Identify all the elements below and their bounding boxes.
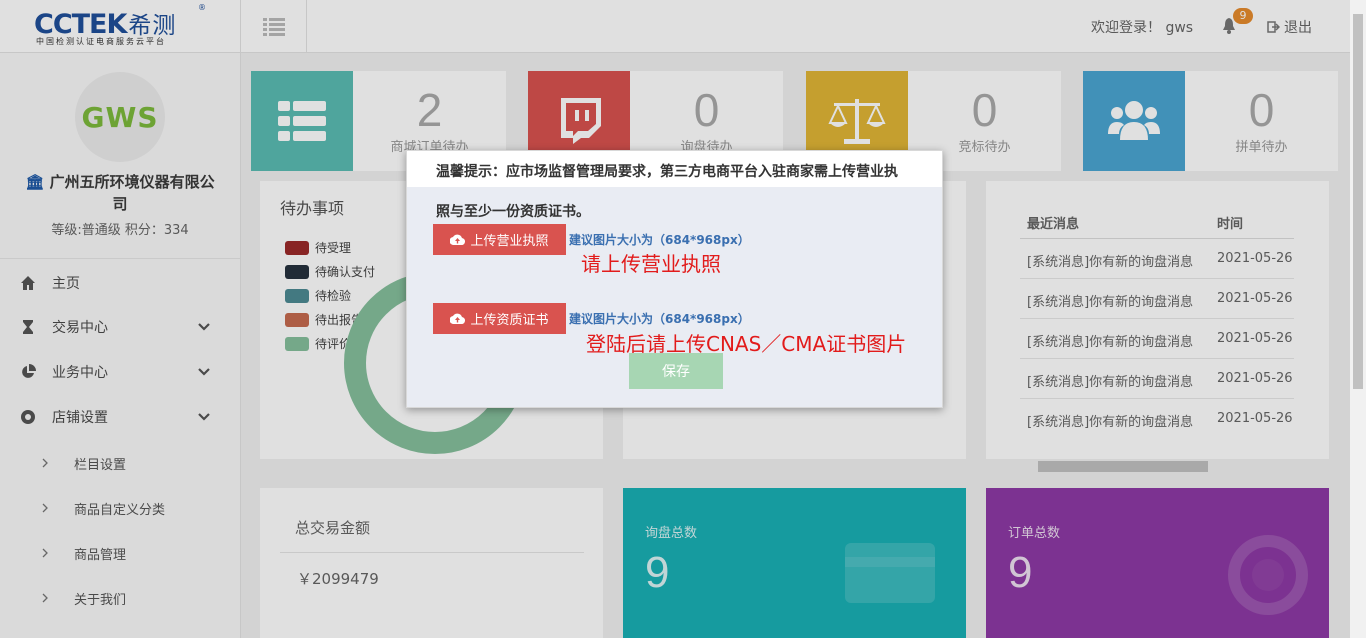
save-button[interactable]: 保存 [629, 353, 723, 389]
cloud-upload-icon [450, 234, 466, 245]
upload-license-label: 上传营业执照 [470, 234, 549, 249]
upload-license-button[interactable]: 上传营业执照 [433, 224, 566, 255]
size-hint-license: 建议图片大小为（684*968px） [569, 233, 750, 247]
license-note: 请上传营业执照 [581, 252, 721, 276]
upload-certificate-button[interactable]: 上传资质证书 [433, 303, 566, 334]
cloud-upload-icon [450, 313, 466, 324]
upload-modal: 温馨提示：应市场监督管理局要求，第三方电商平台入驻商家需上传营业执 照与至少一份… [406, 150, 943, 408]
vertical-scrollbar[interactable] [1350, 0, 1366, 638]
tip-text-line2: 照与至少一份资质证书。 [436, 204, 590, 220]
scrollbar-thumb[interactable] [1353, 14, 1363, 389]
size-hint-certificate: 建议图片大小为（684*968px） [569, 312, 750, 326]
tip-text-line1: 温馨提示：应市场监督管理局要求，第三方电商平台入驻商家需上传营业执 [436, 164, 898, 180]
upload-certificate-label: 上传资质证书 [470, 313, 549, 328]
